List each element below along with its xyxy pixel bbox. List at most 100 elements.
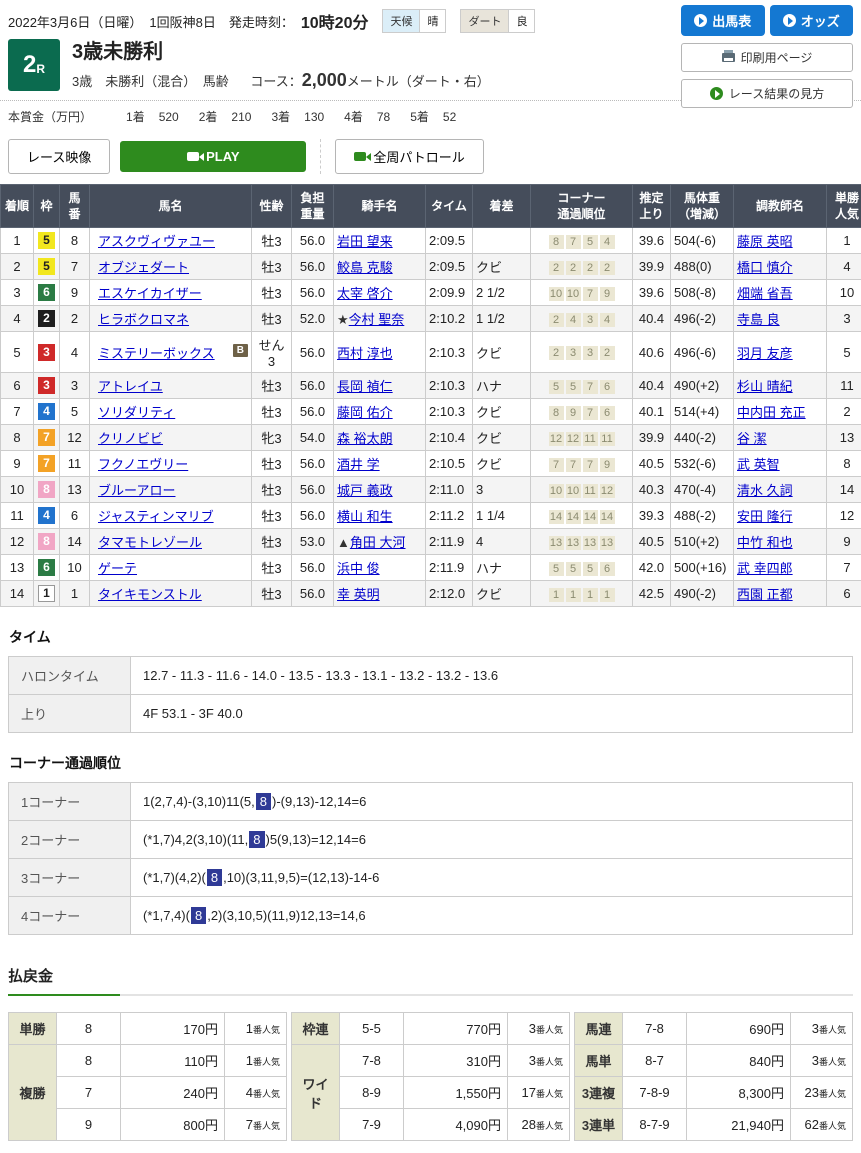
jockey-name-link[interactable]: 横山 和生: [337, 509, 393, 524]
payout-popularity: 1番人気: [225, 1045, 287, 1077]
trainer-cell: 寺島 良: [734, 306, 827, 332]
payout-bet-type: 枠連: [292, 1013, 340, 1045]
corner-position-box: 14: [549, 510, 564, 524]
payout-popularity: 23番人気: [791, 1077, 853, 1109]
popularity-suffix: 番人気: [253, 1025, 280, 1035]
horse-name-link[interactable]: オブジェダート: [98, 260, 189, 275]
printer-icon: [722, 53, 735, 62]
jockey-name-link[interactable]: 浜中 俊: [337, 561, 380, 576]
trainer-name-link[interactable]: 畑端 省吾: [737, 286, 793, 301]
horse-name-link[interactable]: エスケイカイザー: [98, 286, 202, 301]
win-popularity: 13: [827, 425, 861, 451]
horse-name-link[interactable]: クリノビビ: [98, 431, 163, 446]
trainer-name-link[interactable]: 藤原 英昭: [737, 234, 793, 249]
jockey-name-link[interactable]: 西村 淳也: [337, 346, 393, 361]
result-guide-button[interactable]: レース結果の見方: [681, 79, 853, 108]
horse-name-link[interactable]: タイキモンストル: [98, 587, 202, 602]
corner-position-box: 14: [566, 510, 581, 524]
jockey-cell: 城戸 義政: [334, 477, 426, 503]
horse-name-link[interactable]: ゲーテ: [98, 561, 137, 576]
horse-name-link[interactable]: フクノエヴリー: [98, 457, 188, 472]
trainer-name-link[interactable]: 清水 久詞: [737, 483, 793, 498]
result-row: 158アスクヴィヴァユー牡356.0岩田 望来2:09.5875439.6504…: [1, 228, 861, 254]
corner-position-box: 12: [549, 432, 564, 446]
highlighted-horse-number: 8: [249, 831, 264, 848]
carried-weight: 56.0: [292, 373, 334, 399]
trainer-name-link[interactable]: 安田 隆行: [737, 509, 793, 524]
corner-positions: 8976: [531, 399, 633, 425]
payout-bet-type: 単勝: [9, 1013, 57, 1045]
frame-number-badge: 5: [38, 232, 55, 249]
jockey-cell: 横山 和生: [334, 503, 426, 529]
trainer-name-link[interactable]: 谷 潔: [737, 431, 767, 446]
frame-number-badge: 6: [38, 559, 55, 576]
odds-button[interactable]: オッズ: [770, 5, 854, 36]
trainer-name-link[interactable]: 寺島 良: [737, 312, 780, 327]
jockey-name-link[interactable]: 鮫島 克駿: [337, 260, 393, 275]
trainer-name-link[interactable]: 中内田 充正: [737, 405, 806, 420]
jockey-name-link[interactable]: 藤岡 佑介: [337, 405, 393, 420]
horse-name-link[interactable]: タマモトレゾール: [98, 535, 202, 550]
horse-name-link[interactable]: アスクヴィヴァユー: [98, 234, 215, 249]
horse-name-link[interactable]: ソリダリティ: [98, 405, 175, 420]
result-row: 534ミステリーボックスBせん356.0西村 淳也2:10.3クビ233240.…: [1, 332, 861, 373]
popularity-suffix: 番人気: [536, 1121, 563, 1131]
horse-name-link[interactable]: ヒラボクロマネ: [98, 312, 189, 327]
margin: ハナ: [473, 373, 531, 399]
jockey-name-link[interactable]: 岩田 望来: [337, 234, 393, 249]
payout-amount: 840円: [687, 1045, 791, 1077]
payout-amount: 110円: [121, 1045, 225, 1077]
payout-popularity: 3番人気: [791, 1045, 853, 1077]
jockey-name-link[interactable]: 太宰 啓介: [337, 286, 393, 301]
trainer-name-link[interactable]: 武 英智: [737, 457, 780, 472]
payout-amount: 170円: [121, 1013, 225, 1045]
trainer-name-link[interactable]: 羽月 友彦: [737, 346, 793, 361]
frame-cell: 3: [34, 373, 60, 399]
corner-position-box: 1: [549, 588, 564, 602]
trainer-name-link[interactable]: 西園 正都: [737, 587, 793, 602]
trainer-cell: 武 英智: [734, 451, 827, 477]
print-page-button[interactable]: 印刷用ページ: [681, 43, 853, 72]
horse-weight: 490(+2): [671, 373, 734, 399]
payout-popularity: 28番人気: [508, 1109, 570, 1141]
payout-tables: 単勝8170円1番人気複勝8110円1番人気7240円4番人気9800円7番人気…: [8, 1012, 853, 1141]
race-video-button[interactable]: レース映像: [8, 139, 110, 174]
jockey-name-link[interactable]: 長岡 禎仁: [337, 379, 393, 394]
entry-table-button[interactable]: 出馬表: [681, 5, 765, 36]
finish-time: 2:09.5: [426, 254, 473, 280]
jockey-name-link[interactable]: 城戸 義政: [337, 483, 393, 498]
race-video-label: レース映像: [27, 147, 91, 166]
corner-position-box: 5: [549, 562, 564, 576]
trainer-name-link[interactable]: 杉山 晴紀: [737, 379, 793, 394]
horse-name-link[interactable]: ミステリーボックス: [98, 346, 215, 361]
jockey-name-link[interactable]: 森 裕太朗: [337, 431, 393, 446]
jockey-name-link[interactable]: 今村 聖奈: [349, 312, 405, 327]
win-popularity: 11: [827, 373, 861, 399]
jockey-name-link[interactable]: 幸 英明: [337, 587, 380, 602]
trainer-cell: 畑端 省吾: [734, 280, 827, 306]
column-header: 着順: [1, 185, 34, 228]
margin: 4: [473, 529, 531, 555]
horse-number: 3: [60, 373, 90, 399]
time-table: ハロンタイム12.7 - 11.3 - 11.6 - 14.0 - 13.5 -…: [8, 656, 853, 733]
column-header: 馬体重 （増減）: [671, 185, 734, 228]
payout-popularity: 3番人気: [791, 1013, 853, 1045]
trainer-name-link[interactable]: 中竹 和也: [737, 535, 793, 550]
finish-position: 10: [1, 477, 34, 503]
finish-time: 2:12.0: [426, 581, 473, 607]
horse-name-link[interactable]: アトレイユ: [98, 379, 163, 394]
horse-name-link[interactable]: ブルーアロー: [98, 483, 175, 498]
payout-row: 3連複7-8-98,300円23番人気: [575, 1077, 853, 1109]
patrol-video-button[interactable]: 全周パトロール: [335, 139, 483, 174]
popularity-number: 3: [812, 1053, 819, 1068]
jockey-name-link[interactable]: 角田 大河: [350, 535, 406, 550]
margin: 2 1/2: [473, 280, 531, 306]
corner-position-box: 4: [566, 313, 581, 327]
trainer-name-link[interactable]: 武 幸四郎: [737, 561, 793, 576]
trainer-name-link[interactable]: 橋口 慎介: [737, 260, 793, 275]
horse-name-link[interactable]: ジャスティンマリブ: [98, 509, 214, 524]
corner-row: 3コーナー(*1,7)(4,2)(8,10)(3,11,9,5)=(12,13)…: [9, 859, 853, 897]
corner-row: 2コーナー(*1,7)4,2(3,10)(11,8)5(9,13)=12,14=…: [9, 821, 853, 859]
jockey-name-link[interactable]: 酒井 学: [337, 457, 380, 472]
play-button[interactable]: PLAY: [120, 141, 306, 172]
